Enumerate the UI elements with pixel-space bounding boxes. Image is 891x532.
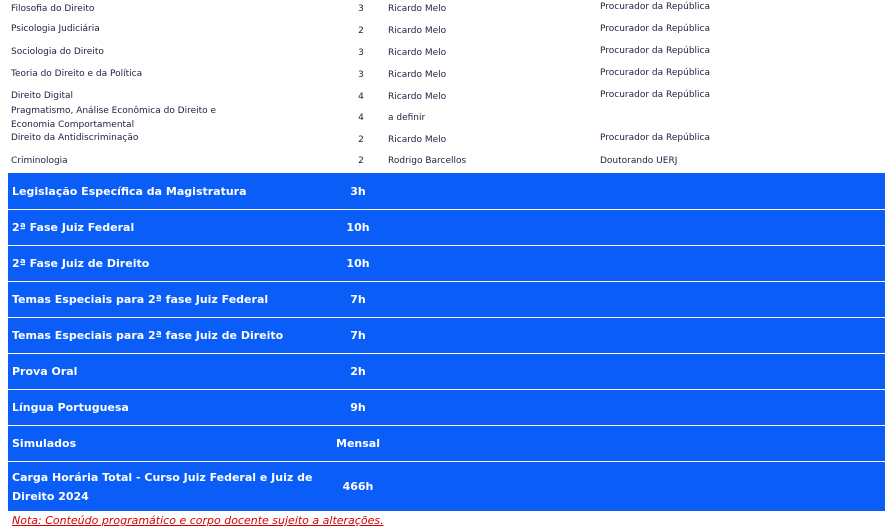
module-row: 2ª Fase Juiz Federal 10h [8, 209, 885, 245]
module-hours: 9h [350, 401, 366, 414]
module-row: Simulados Mensal [8, 425, 885, 461]
discipline-professor: Ricardo Melo [388, 48, 447, 58]
module-label: Carga Horária Total - Curso Juiz Federal… [12, 470, 313, 503]
module-label: Língua Portuguesa [12, 401, 129, 414]
discipline-hours: 2 [358, 135, 364, 145]
module-label: 2ª Fase Juiz Federal [12, 221, 135, 234]
discipline-professor: Ricardo Melo [388, 26, 447, 36]
module-row: Temas Especiais para 2ª fase Juiz Federa… [8, 281, 885, 317]
discipline-title: Procurador da República [600, 46, 710, 56]
discipline-name: Direito da Antidiscriminação [11, 133, 139, 143]
module-hours: 10h [346, 221, 370, 234]
module-hours: 7h [350, 293, 366, 306]
discipline-title: Procurador da República [600, 24, 710, 34]
table-row: Teoria do Direito e da Política 3 Ricard… [0, 66, 891, 88]
discipline-hours: 2 [358, 156, 364, 166]
module-hours: 7h [350, 329, 366, 342]
table-row: Sociologia do Direito 3 Ricardo Melo Pro… [0, 44, 891, 66]
discipline-hours: 2 [358, 26, 364, 36]
module-hours: Mensal [336, 437, 380, 450]
discipline-name: Psicologia Judiciária [11, 24, 100, 34]
discipline-title: Procurador da República [600, 133, 710, 143]
discipline-hours: 4 [358, 113, 364, 123]
table-row: Filosofia do Direito 3 Ricardo Melo Proc… [0, 0, 891, 22]
discipline-hours: 3 [358, 70, 364, 80]
discipline-title: Procurador da República [600, 2, 710, 12]
module-hours: 10h [346, 257, 370, 270]
module-row-total: Carga Horária Total - Curso Juiz Federal… [8, 461, 885, 511]
module-label: Legislação Específica da Magistratura [12, 184, 247, 198]
discipline-hours: 3 [358, 48, 364, 58]
discipline-professor: Ricardo Melo [388, 92, 447, 102]
module-row: Temas Especiais para 2ª fase Juiz de Dir… [8, 317, 885, 353]
module-label: 2ª Fase Juiz de Direito [12, 257, 150, 270]
table-row: Psicologia Judiciária 2 Ricardo Melo Pro… [0, 22, 891, 44]
module-hours: 2h [350, 365, 366, 378]
module-row: Prova Oral 2h [8, 353, 885, 389]
module-label: Simulados [12, 437, 77, 450]
discipline-title: Doutorando UERJ [600, 156, 678, 166]
module-hours: 3h [350, 184, 366, 198]
discipline-name: Sociologia do Direito [11, 47, 104, 57]
disclaimer-note: Nota: Conteúdo programático e corpo doce… [12, 514, 384, 527]
module-hours: 466h [342, 480, 374, 493]
discipline-professor: Rodrigo Barcellos [388, 156, 467, 166]
discipline-title: Procurador da República [600, 90, 710, 100]
module-row: 2ª Fase Juiz de Direito 10h [8, 245, 885, 281]
discipline-title: Procurador da República [600, 68, 710, 78]
discipline-name: Criminologia [11, 156, 68, 166]
discipline-name: Filosofia do Direito [11, 4, 95, 14]
discipline-name: Direito Digital [11, 91, 74, 101]
discipline-name: Teoria do Direito e da Política [11, 69, 143, 79]
table-row: Pragmatismo, Análise Econômica do Direit… [0, 105, 891, 131]
module-row: Língua Portuguesa 9h [8, 389, 885, 425]
discipline-hours: 3 [358, 4, 364, 14]
discipline-name: Pragmatismo, Análise Econômica do Direit… [11, 106, 217, 130]
discipline-professor: Ricardo Melo [388, 135, 447, 145]
module-label: Temas Especiais para 2ª fase Juiz Federa… [12, 293, 269, 306]
discipline-professor: a definir [388, 113, 426, 123]
modules-table: Legislação Específica da Magistratura 3h… [8, 173, 885, 511]
module-label: Prova Oral [12, 365, 78, 378]
discipline-professor: Ricardo Melo [388, 4, 447, 14]
module-row: Legislação Específica da Magistratura 3h [8, 173, 885, 209]
table-row: Direito da Antidiscriminação 2 Ricardo M… [0, 132, 891, 154]
module-label: Temas Especiais para 2ª fase Juiz de Dir… [12, 329, 284, 342]
discipline-hours: 4 [358, 92, 364, 102]
discipline-professor: Ricardo Melo [388, 70, 447, 80]
